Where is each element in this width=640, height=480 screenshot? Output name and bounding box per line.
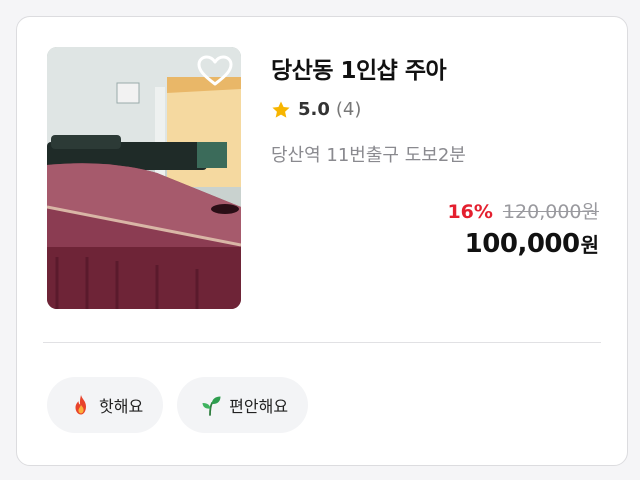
tag-list: 핫해요 편안해요 bbox=[47, 377, 309, 433]
tag-hot[interactable]: 핫해요 bbox=[47, 377, 164, 433]
star-icon bbox=[272, 101, 290, 118]
discount-row: 16% 120,000원 bbox=[447, 197, 599, 224]
price-value: 100,000 bbox=[464, 229, 580, 259]
fire-icon bbox=[75, 395, 86, 415]
price-currency: 원 bbox=[580, 233, 599, 257]
heart-icon[interactable] bbox=[197, 55, 233, 87]
tag-label: 편안해요 bbox=[229, 397, 289, 416]
tag-label: 핫해요 bbox=[99, 397, 144, 416]
final-price: 100,000 원 bbox=[465, 229, 599, 259]
listing-card[interactable]: 당산동 1인샵 주아 5.0 (4) 당산역 11번출구 도보2분 16% 12… bbox=[16, 16, 628, 466]
rating-row: 5.0 (4) bbox=[271, 99, 361, 120]
divider bbox=[43, 342, 601, 343]
shop-title[interactable]: 당산동 1인샵 주아 bbox=[271, 51, 447, 85]
location-text: 당산역 11번출구 도보2분 bbox=[271, 145, 466, 166]
discount-rate: 16% bbox=[447, 201, 493, 223]
tag-comfortable[interactable]: 편안해요 bbox=[177, 377, 309, 433]
original-price: 120,000원 bbox=[502, 201, 599, 223]
shop-photo[interactable] bbox=[47, 47, 241, 309]
rating-score: 5.0 bbox=[298, 99, 330, 120]
review-count: (4) bbox=[335, 99, 362, 120]
leaf-icon bbox=[202, 396, 221, 416]
